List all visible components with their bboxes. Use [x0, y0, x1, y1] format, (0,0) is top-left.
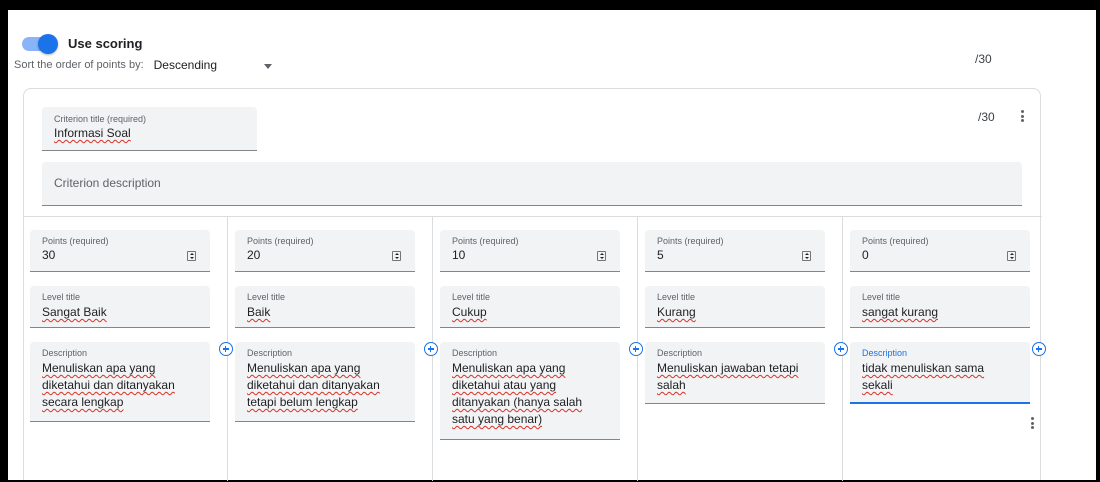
- level-more-icon[interactable]: [1027, 415, 1037, 431]
- level-description-value: Menuliskan apa yang diketahui atau yang …: [452, 361, 583, 426]
- points-stepper-icon[interactable]: [597, 251, 606, 261]
- level-description-value: Menuliskan apa yang diketahui dan ditany…: [247, 361, 380, 409]
- scoring-toggle-row: Use scoring: [22, 33, 143, 54]
- level-column: Points (required) 0 Level title sangat k…: [844, 217, 1046, 481]
- level-points-field[interactable]: Points (required) 0: [850, 230, 1030, 272]
- level-description-field[interactable]: Description Menuliskan jawaban tetapi sa…: [645, 342, 825, 404]
- points-label: Points (required): [42, 236, 109, 246]
- level-description-label: Description: [657, 348, 703, 358]
- level-title-value: Cukup: [452, 305, 487, 319]
- level-title-value: Sangat Baik: [42, 305, 107, 319]
- level-column: Points (required) 30 Level title Sangat …: [24, 217, 233, 481]
- points-value: 0: [862, 248, 869, 262]
- use-scoring-label: Use scoring: [68, 36, 143, 51]
- level-title-label: Level title: [247, 292, 286, 302]
- sort-order-value: Descending: [153, 58, 218, 72]
- points-value: 5: [657, 248, 664, 262]
- sort-label: Sort the order of points by:: [14, 59, 144, 71]
- criterion-more-icon[interactable]: [1017, 108, 1027, 124]
- level-description-label: Description: [862, 348, 908, 358]
- level-description-value: tidak menuliskan sama sekali: [862, 361, 985, 392]
- switch-knob: [38, 33, 58, 54]
- level-description-label: Description: [247, 348, 293, 358]
- level-title-label: Level title: [657, 292, 696, 302]
- criterion-title-value: Informasi Soal: [54, 126, 131, 140]
- level-title-value: Baik: [247, 305, 271, 319]
- level-title-field[interactable]: Level title Kurang: [645, 286, 825, 328]
- points-stepper-icon[interactable]: [1007, 251, 1016, 261]
- level-points-field[interactable]: Points (required) 10: [440, 230, 620, 272]
- level-description-label: Description: [452, 348, 498, 358]
- level-description-field[interactable]: Description Menuliskan apa yang diketahu…: [30, 342, 210, 422]
- points-value: 20: [247, 248, 261, 262]
- level-title-value: Kurang: [657, 305, 696, 319]
- level-title-label: Level title: [42, 292, 81, 302]
- use-scoring-switch[interactable]: [22, 33, 58, 54]
- level-points-field[interactable]: Points (required) 30: [30, 230, 210, 272]
- rubric-total-points: /30: [975, 52, 992, 66]
- sort-row: Sort the order of points by: Descending: [14, 58, 272, 72]
- criterion-title-label: Criterion title (required): [54, 114, 147, 124]
- points-label: Points (required): [452, 236, 519, 246]
- level-description-field[interactable]: Description Menuliskan apa yang diketahu…: [440, 342, 620, 440]
- dropdown-caret-icon: [263, 63, 272, 69]
- points-stepper-icon[interactable]: [802, 251, 811, 261]
- criterion-description-placeholder: Criterion description: [54, 176, 161, 190]
- criterion-total-points: /30: [978, 110, 995, 124]
- level-title-label: Level title: [862, 292, 901, 302]
- criterion-card: Criterion title (required) Informasi Soa…: [23, 88, 1046, 481]
- points-stepper-icon[interactable]: [392, 251, 401, 261]
- points-label: Points (required): [862, 236, 929, 246]
- level-description-field[interactable]: Description Menuliskan apa yang diketahu…: [235, 342, 415, 422]
- level-description-value: Menuliskan jawaban tetapi salah: [657, 361, 799, 392]
- sort-order-select[interactable]: Descending: [154, 58, 272, 72]
- rubric-editor: Use scoring Sort the order of points by:…: [8, 10, 1096, 481]
- level-description-label: Description: [42, 348, 88, 358]
- level-description-field[interactable]: Description tidak menuliskan sama sekali: [850, 342, 1030, 404]
- level-title-field[interactable]: Level title Sangat Baik: [30, 286, 210, 328]
- level-points-field[interactable]: Points (required) 5: [645, 230, 825, 272]
- points-value: 10: [452, 248, 466, 262]
- add-level-icon[interactable]: [1032, 342, 1046, 356]
- level-column: Points (required) 20 Level title Baik De…: [229, 217, 438, 481]
- criterion-description-field[interactable]: Criterion description: [42, 162, 1022, 206]
- points-label: Points (required): [247, 236, 314, 246]
- points-value: 30: [42, 248, 56, 262]
- level-title-field[interactable]: Level title sangat kurang: [850, 286, 1030, 328]
- level-title-field[interactable]: Level title Cukup: [440, 286, 620, 328]
- level-title-value: sangat kurang: [862, 305, 939, 319]
- points-stepper-icon[interactable]: [187, 251, 196, 261]
- points-label: Points (required): [657, 236, 724, 246]
- criterion-title-field[interactable]: Criterion title (required) Informasi Soa…: [42, 107, 257, 151]
- level-title-field[interactable]: Level title Baik: [235, 286, 415, 328]
- level-column: Points (required) 10 Level title Cukup D…: [434, 217, 643, 481]
- level-description-value: Menuliskan apa yang diketahui dan ditany…: [42, 361, 175, 409]
- level-points-field[interactable]: Points (required) 20: [235, 230, 415, 272]
- level-title-label: Level title: [452, 292, 491, 302]
- level-column: Points (required) 5 Level title Kurang D…: [639, 217, 848, 481]
